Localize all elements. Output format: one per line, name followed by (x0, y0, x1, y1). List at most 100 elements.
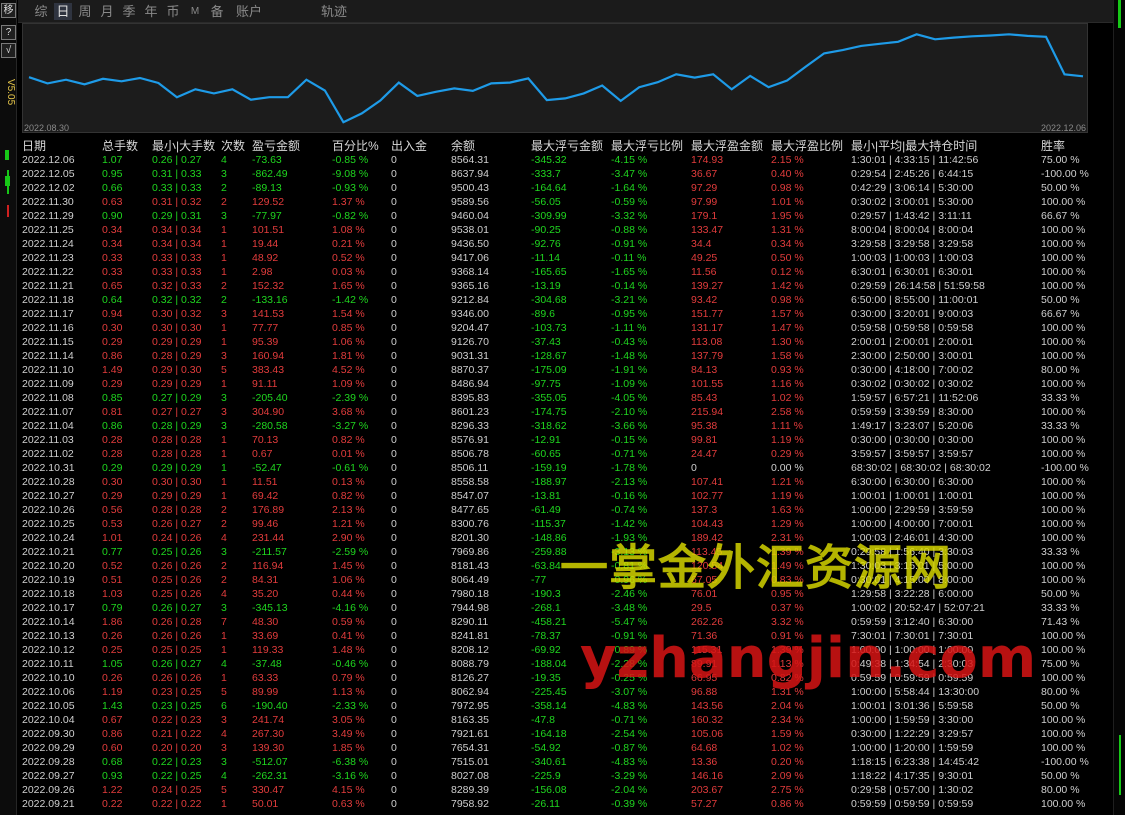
help-button[interactable]: ? (1, 25, 16, 40)
tab-1[interactable]: 日 (54, 3, 72, 20)
cell-9: -1.91 % (611, 364, 648, 376)
table-row[interactable]: 2022.10.17 0.79 0.26 | 0.27 3 -345.13 -4.16 %… (22, 601, 1112, 615)
cell-0: 2022.10.14 (22, 616, 75, 628)
cell-8: -156.08 (531, 784, 567, 796)
table-row[interactable]: 2022.09.21 0.22 0.22 | 0.22 1 50.01 0.63 % 0 79… (22, 797, 1112, 811)
tab-3[interactable]: 月 (98, 3, 116, 20)
col-header-0[interactable]: 日期 (22, 137, 46, 154)
col-header-1[interactable]: 总手数 (102, 137, 138, 154)
tab-6[interactable]: 币 (164, 3, 182, 20)
tab-10[interactable]: 轨迹 (321, 3, 347, 20)
cell-7: 7958.92 (451, 798, 489, 810)
table-row[interactable]: 2022.10.05 1.43 0.23 | 0.25 6 -190.40 -2.33 %… (22, 699, 1112, 713)
cell-3: 1 (221, 644, 227, 656)
col-header-6[interactable]: 出入金 (391, 137, 427, 154)
table-row[interactable]: 2022.11.16 0.30 0.30 | 0.30 1 77.77 0.85 % 0 92… (22, 321, 1112, 335)
table-row[interactable]: 2022.09.26 1.22 0.24 | 0.25 5 330.47 4.15 % 0 8… (22, 783, 1112, 797)
cell-10: 146.16 (691, 770, 724, 782)
col-header-7[interactable]: 余额 (451, 137, 475, 154)
cell-6: 0 (391, 490, 397, 502)
cell-1: 1.19 (102, 686, 123, 698)
cell-8: -175.09 (531, 364, 567, 376)
col-header-11[interactable]: 最大浮盈比例 (771, 137, 843, 154)
table-row[interactable]: 2022.11.21 0.65 0.32 | 0.33 2 152.32 1.65 % 0 9… (22, 279, 1112, 293)
col-header-3[interactable]: 次数 (221, 137, 245, 154)
cell-8: -56.05 (531, 196, 561, 208)
table-row[interactable]: 2022.10.28 0.30 0.30 | 0.30 1 11.51 0.13 % 0 85… (22, 475, 1112, 489)
cell-10: 93.42 (691, 294, 718, 306)
tab-0[interactable]: 综 (32, 3, 50, 20)
check-button[interactable]: √ (1, 43, 16, 58)
cell-2: 0.22 | 0.23 (152, 756, 202, 768)
cell-5: -2.39 % (332, 392, 369, 404)
table-row[interactable]: 2022.12.05 0.95 0.31 | 0.33 3 -862.49 -9.08 %… (22, 167, 1112, 181)
cell-1: 0.34 (102, 238, 123, 250)
table-row[interactable]: 2022.11.08 0.85 0.27 | 0.29 3 -205.40 -2.39 %… (22, 391, 1112, 405)
tab-8[interactable]: 备 (208, 3, 226, 20)
table-row[interactable]: 2022.11.14 0.86 0.28 | 0.29 3 160.94 1.81 % 0 9… (22, 349, 1112, 363)
cell-10: 0 (691, 462, 697, 474)
right-scrollbar[interactable] (1113, 0, 1125, 815)
col-header-8[interactable]: 最大浮亏金额 (531, 137, 603, 154)
table-row[interactable]: 2022.10.04 0.67 0.22 | 0.23 3 241.74 3.05 % 0 8… (22, 713, 1112, 727)
col-header-5[interactable]: 百分比% (332, 137, 379, 154)
table-row[interactable]: 2022.11.24 0.34 0.34 | 0.34 1 19.44 0.21 % 0 94… (22, 237, 1112, 251)
table-row[interactable]: 2022.11.22 0.33 0.33 | 0.33 1 2.98 0.03 % 0 936… (22, 265, 1112, 279)
cell-1: 1.22 (102, 784, 123, 796)
table-row[interactable]: 2022.11.15 0.29 0.29 | 0.29 1 95.39 1.06 % 0 91… (22, 335, 1112, 349)
table-row[interactable]: 2022.11.18 0.64 0.32 | 0.32 2 -133.16 -1.42 %… (22, 293, 1112, 307)
cell-1: 1.49 (102, 364, 123, 376)
tab-4[interactable]: 季 (120, 3, 138, 20)
tab-9[interactable]: 账户 (234, 3, 264, 20)
table-row[interactable]: 2022.11.25 0.34 0.34 | 0.34 1 101.51 1.08 % 0 9… (22, 223, 1112, 237)
tab-7[interactable]: M (188, 3, 202, 20)
table-row[interactable]: 2022.11.02 0.28 0.28 | 0.28 1 0.67 0.01 % 0 850… (22, 447, 1112, 461)
cell-4: 11.51 (252, 476, 278, 488)
table-row[interactable]: 2022.11.10 1.49 0.29 | 0.30 5 383.43 4.52 % 0 8… (22, 363, 1112, 377)
cell-1: 0.65 (102, 280, 123, 292)
table-row[interactable]: 2022.10.27 0.29 0.29 | 0.29 1 69.42 0.82 % 0 85… (22, 489, 1112, 503)
cell-1: 0.29 (102, 336, 123, 348)
table-row[interactable]: 2022.11.17 0.94 0.30 | 0.32 3 141.53 1.54 % 0 9… (22, 307, 1112, 321)
table-row[interactable]: 2022.09.27 0.93 0.22 | 0.25 4 -262.31 -3.16 %… (22, 769, 1112, 783)
cell-12: 2:30:00 | 2:50:00 | 3:00:01 (851, 350, 974, 362)
table-row[interactable]: 2022.09.28 0.68 0.22 | 0.23 3 -512.07 -6.38 %… (22, 755, 1112, 769)
table-row[interactable]: 2022.10.31 0.29 0.29 | 0.29 1 -52.47 -0.61 % 0… (22, 461, 1112, 475)
table-row[interactable]: 2022.11.09 0.29 0.29 | 0.29 1 91.11 1.09 % 0 84… (22, 377, 1112, 391)
cell-11: 2.15 % (771, 154, 804, 166)
cell-4: 139.30 (252, 742, 285, 754)
col-header-10[interactable]: 最大浮盈金额 (691, 137, 763, 154)
cell-3: 1 (221, 462, 227, 474)
cell-4: -37.48 (252, 658, 282, 670)
cell-1: 1.05 (102, 658, 123, 670)
col-header-12[interactable]: 最小|平均|最大持仓时间 (851, 137, 977, 154)
table-row[interactable]: 2022.11.04 0.86 0.28 | 0.29 3 -280.58 -3.27 %… (22, 419, 1112, 433)
col-header-2[interactable]: 最小|大手数 (152, 137, 215, 154)
table-row[interactable]: 2022.09.30 0.86 0.21 | 0.22 4 267.30 3.49 % 0 7… (22, 727, 1112, 741)
cell-2: 0.29 | 0.29 (152, 378, 202, 390)
tab-2[interactable]: 周 (76, 3, 94, 20)
col-header-4[interactable]: 盈亏金额 (252, 137, 300, 154)
chart-start-date: 2022.08.30 (24, 123, 70, 133)
cell-5: -0.93 % (332, 182, 369, 194)
table-row[interactable]: 2022.11.30 0.63 0.31 | 0.32 2 129.52 1.37 % 0 9… (22, 195, 1112, 209)
table-row[interactable]: 2022.11.23 0.33 0.33 | 0.33 1 48.92 0.52 % 0 94… (22, 251, 1112, 265)
cell-11: 1.01 % (771, 196, 804, 208)
table-row[interactable]: 2022.10.26 0.56 0.28 | 0.28 2 176.89 2.13 % 0 8… (22, 503, 1112, 517)
col-header-9[interactable]: 最大浮亏比例 (611, 137, 683, 154)
col-header-13[interactable]: 胜率 (1041, 137, 1065, 154)
table-row[interactable]: 2022.11.29 0.90 0.29 | 0.31 3 -77.97 -0.82 % 0… (22, 209, 1112, 223)
cell-12: 6:50:00 | 8:55:00 | 11:00:01 (851, 294, 979, 306)
table-row[interactable]: 2022.12.02 0.66 0.33 | 0.33 2 -89.13 -0.93 % 0… (22, 181, 1112, 195)
table-row[interactable]: 2022.09.29 0.60 0.20 | 0.20 3 139.30 1.85 % 0 7… (22, 741, 1112, 755)
cell-6: 0 (391, 532, 397, 544)
cell-10: 139.27 (691, 280, 724, 292)
table-row[interactable]: 2022.11.07 0.81 0.27 | 0.27 3 304.90 3.68 % 0 8… (22, 405, 1112, 419)
tab-5[interactable]: 年 (142, 3, 160, 20)
cell-6: 0 (391, 714, 397, 726)
table-row[interactable]: 2022.11.03 0.28 0.28 | 0.28 1 70.13 0.82 % 0 85… (22, 433, 1112, 447)
table-row[interactable]: 2022.12.06 1.07 0.26 | 0.27 4 -73.63 -0.85 % 0… (22, 153, 1112, 167)
cell-13: 75.00 % (1041, 154, 1080, 166)
cell-10: 102.77 (691, 490, 724, 502)
move-button[interactable]: 移 (1, 3, 16, 18)
